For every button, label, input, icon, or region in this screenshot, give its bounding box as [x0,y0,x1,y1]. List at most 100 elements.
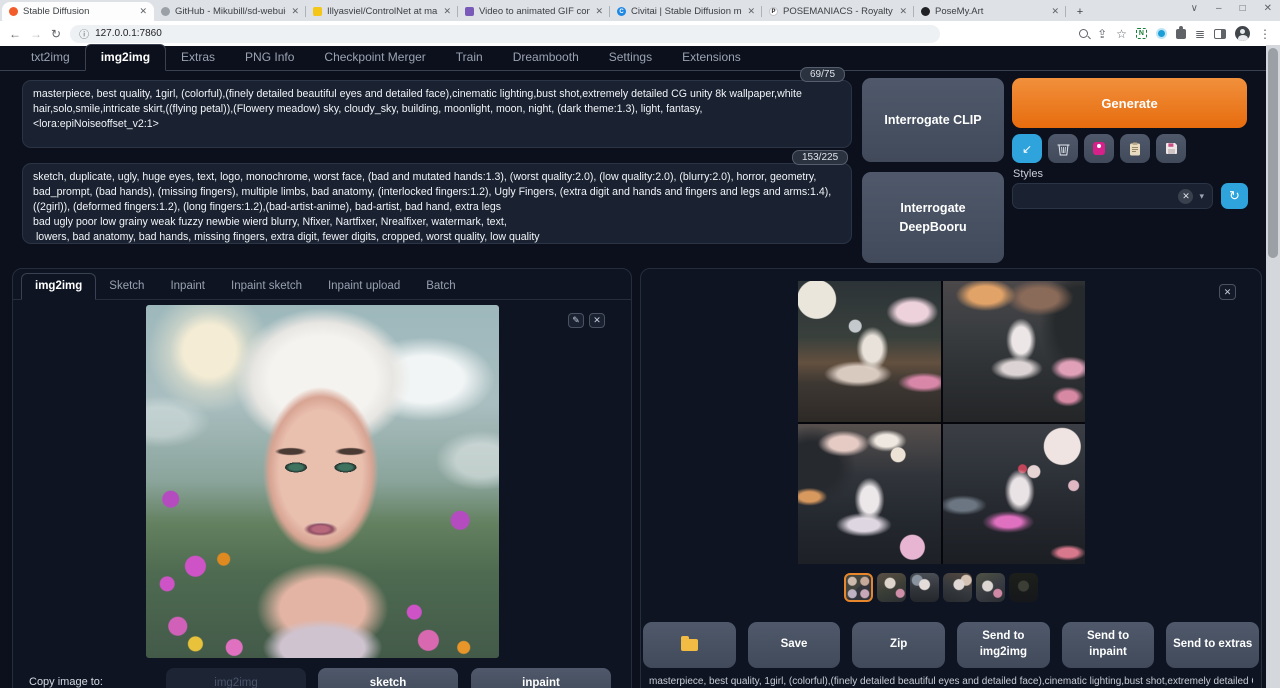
styles-label: Styles [1013,168,1043,180]
minimize-icon[interactable]: – [1216,3,1222,14]
gallery-buttons: Save Zip Send to img2img Send to inpaint… [642,622,1260,668]
tab-png-info[interactable]: PNG Info [230,45,309,70]
send-to-inpaint-button[interactable]: Send to inpaint [1062,622,1155,668]
prompt-input[interactable]: masterpiece, best quality, 1girl, (color… [22,80,852,148]
tab-settings[interactable]: Settings [594,45,667,70]
extensions-puzzle-icon[interactable] [1176,29,1186,39]
thumbnail-grid[interactable] [844,573,873,602]
zip-button[interactable]: Zip [852,622,945,668]
reload-icon[interactable]: ↻ [51,28,61,40]
posemaniacs-favicon: P [769,7,778,16]
generate-button[interactable]: Generate [1012,78,1247,128]
side-panel-icon[interactable] [1214,29,1226,39]
tab-title: GitHub - Mikubill/sd-webui-con [175,6,286,17]
tab-title: Video to animated GIF converter [479,6,590,17]
result-image-3[interactable] [798,424,941,565]
tab-img2img[interactable]: img2img [85,44,166,71]
share-icon[interactable]: ⇪ [1097,28,1107,40]
result-image-4[interactable] [943,424,1086,565]
close-icon[interactable]: ✕ [1264,3,1272,14]
tab-close-icon[interactable]: ✕ [595,6,603,17]
interrogate-clip-button[interactable]: Interrogate CLIP [862,78,1004,162]
tab-train[interactable]: Train [441,45,498,70]
zoom-icon[interactable] [1079,29,1088,38]
browser-tab-controlnet[interactable]: Illyasviel/ControlNet at main ✕ [306,2,458,21]
menu-dots-icon[interactable]: ⋮ [1259,28,1271,40]
subtab-batch[interactable]: Batch [413,274,468,299]
tab-txt2img[interactable]: txt2img [16,45,85,70]
back-icon[interactable]: ← [9,28,21,40]
thumbnail-4[interactable] [943,573,972,602]
clear-prompt-button[interactable] [1048,134,1078,163]
interrogate-deepbooru-button[interactable]: Interrogate DeepBooru [862,172,1004,263]
subtab-inpaint[interactable]: Inpaint [157,274,218,299]
browser-tab-video-gif[interactable]: Video to animated GIF converter ✕ [458,2,610,21]
tab-close-icon[interactable]: ✕ [443,6,451,17]
thumbnail-3[interactable] [910,573,939,602]
subtab-inpaint-sketch[interactable]: Inpaint sketch [218,274,315,299]
copy-image-label: Copy image to: [29,676,103,688]
bookmark-star-icon[interactable]: ☆ [1116,28,1127,40]
apply-style-button[interactable] [1120,134,1150,163]
browser-tab-stable-diffusion[interactable]: Stable Diffusion ✕ [2,2,154,21]
new-tab-button[interactable]: + [1072,4,1088,20]
gallery-thumbnails [844,573,1038,602]
github-favicon [161,7,170,16]
browser-tab-github[interactable]: GitHub - Mikubill/sd-webui-con ✕ [154,2,306,21]
url-bar[interactable]: ⓘ 127.0.0.1:7860 [70,25,940,43]
remove-image-icon[interactable]: ✕ [589,313,605,328]
result-image-grid[interactable] [798,281,1085,564]
copy-to-sketch-button[interactable]: sketch [318,668,458,688]
forward-icon[interactable]: → [30,28,42,40]
send-to-extras-button[interactable]: Send to extras [1166,622,1259,668]
tab-extras[interactable]: Extras [166,45,230,70]
extra-networks-button[interactable] [1084,134,1114,163]
thumbnail-6[interactable] [1009,573,1038,602]
page-scrollbar[interactable] [1266,45,1280,688]
url-text: 127.0.0.1:7860 [95,28,162,39]
styles-dropdown[interactable]: ✕ ▾ [1012,183,1213,209]
scrollbar-thumb[interactable] [1268,48,1278,258]
negative-prompt-token-counter: 153/225 [792,150,848,165]
subtab-inpaint-upload[interactable]: Inpaint upload [315,274,413,299]
thumbnail-2[interactable] [877,573,906,602]
save-button[interactable]: Save [748,622,841,668]
subtab-img2img[interactable]: img2img [21,273,96,300]
extension-n-icon[interactable]: N [1136,28,1147,39]
site-info-icon[interactable]: ⓘ [79,26,89,41]
profile-avatar[interactable] [1235,26,1250,41]
tab-close-icon[interactable]: ✕ [1051,6,1059,17]
tab-close-icon[interactable]: ✕ [747,6,755,17]
tab-close-icon[interactable]: ✕ [899,6,907,17]
edit-image-icon[interactable]: ✎ [568,313,584,328]
browser-tab-posemaniacs[interactable]: P POSEMANIACS - Royalty free 3 ✕ [762,2,914,21]
send-to-img2img-button[interactable]: Send to img2img [957,622,1050,668]
read-generation-params-button[interactable]: ↙ [1012,134,1042,163]
chevron-down-icon[interactable]: ∨ [1191,3,1198,14]
browser-tab-civitai[interactable]: C Civitai | Stable Diffusion models ✕ [610,2,762,21]
tab-close-icon[interactable]: ✕ [139,6,147,17]
tab-extensions[interactable]: Extensions [667,45,756,70]
thumbnail-5[interactable] [976,573,1005,602]
restore-icon[interactable]: □ [1240,3,1246,14]
img2img-panel: img2img Sketch Inpaint Inpaint sketch In… [12,268,632,688]
tab-close-icon[interactable]: ✕ [291,6,299,17]
tab-title: Illyasviel/ControlNet at main [327,6,438,17]
negative-prompt-input[interactable]: sketch, duplicate, ugly, huge eyes, text… [22,163,852,244]
tab-checkpoint-merger[interactable]: Checkpoint Merger [309,45,440,70]
result-image-2[interactable] [943,281,1086,422]
tab-dreambooth[interactable]: Dreambooth [498,45,594,70]
clear-styles-icon[interactable]: ✕ [1178,189,1193,204]
result-image-1[interactable] [798,281,941,422]
browser-tab-posemyart[interactable]: PoseMy.Art ✕ [914,2,1066,21]
save-style-button[interactable] [1156,134,1186,163]
source-image-portrait[interactable] [146,305,499,658]
subtab-sketch[interactable]: Sketch [96,274,157,299]
close-gallery-icon[interactable]: ✕ [1219,284,1236,300]
refresh-styles-button[interactable]: ↻ [1221,183,1248,209]
open-folder-button[interactable] [643,622,736,668]
browser-toolbar: ← → ↻ ⓘ 127.0.0.1:7860 ⇪ ☆ N ≣ ⋮ [0,21,1280,46]
copy-to-inpaint-button[interactable]: inpaint [471,668,611,688]
tab-list-icon[interactable]: ≣ [1195,28,1205,40]
extension-blue-icon[interactable] [1156,28,1167,39]
